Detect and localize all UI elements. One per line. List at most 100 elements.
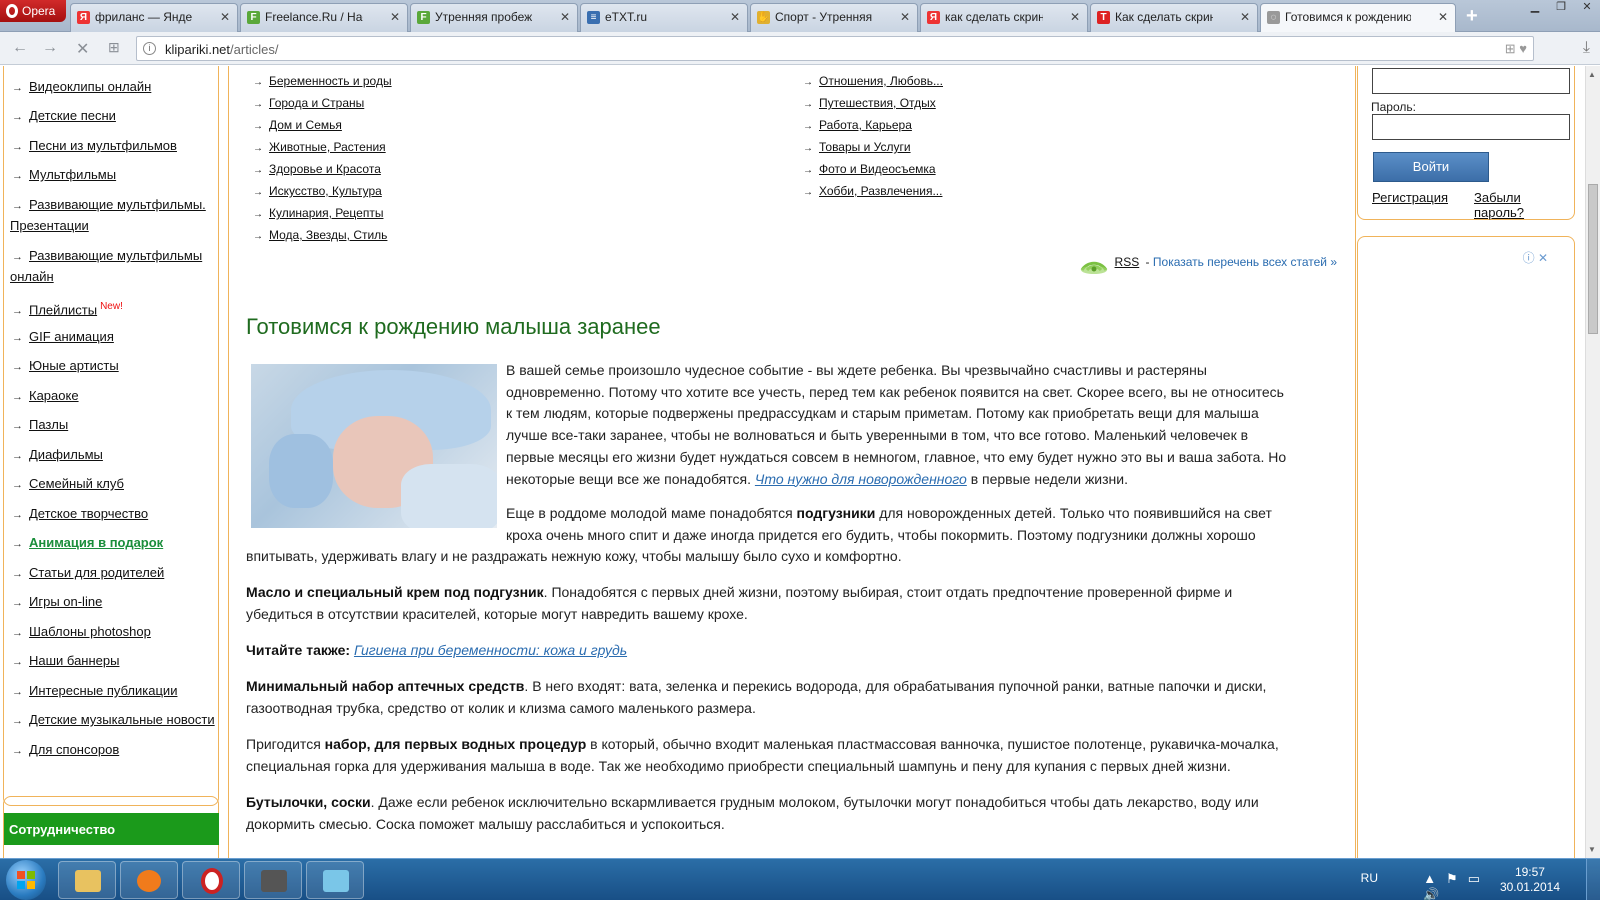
taskbar-opera[interactable] <box>182 861 240 899</box>
tab-yandex-freelance[interactable]: Яфриланс — Яндекс: нашлось ✕ <box>70 3 238 32</box>
forward-arrow-icon[interactable]: → <box>42 39 58 57</box>
taskbar-paint[interactable] <box>306 861 364 899</box>
category-link[interactable]: → Отношения, Любовь... <box>803 74 943 88</box>
taskbar-media-player[interactable] <box>120 861 178 899</box>
clock[interactable]: 19:57 30.01.2014 <box>1500 865 1560 895</box>
close-tab-icon[interactable]: ✕ <box>1438 10 1448 24</box>
hygiene-article-link[interactable]: Гигиена при беременности: кожа и грудь <box>354 642 627 658</box>
category-link[interactable]: → Искусство, Культура <box>253 184 382 198</box>
tray-icons[interactable]: ▲⚑▭🔊 <box>1423 871 1490 900</box>
category-link[interactable]: → Здоровье и Красота <box>253 162 381 176</box>
start-button-icon[interactable] <box>6 860 46 900</box>
close-tab-icon[interactable]: ✕ <box>1240 10 1250 24</box>
menu-item-edu-cartoons-presentations-line2[interactable]: Презентации <box>10 215 89 236</box>
category-link[interactable]: → Дом и Семья <box>253 118 342 132</box>
close-tab-icon[interactable]: ✕ <box>560 10 570 24</box>
tab-current-article[interactable]: ◌ Готовимся к рождению ✕ <box>1260 3 1456 32</box>
left-menu: → Видеоклипы онлайн → Детские песни → Песни… <box>3 66 219 806</box>
menu-item-publications[interactable]: → Интересные публикации <box>12 680 177 703</box>
yandex-favicon-icon: Я <box>927 11 940 24</box>
login-input[interactable] <box>1372 68 1570 94</box>
category-label: Искусство, Культура <box>269 184 382 198</box>
menu-item-gift-animation[interactable]: → Анимация в подарок <box>12 532 163 555</box>
menu-item-gif[interactable]: → GIF анимация <box>12 326 114 349</box>
tab-screenshot-howto[interactable]: T Как сделать скриншот ✕ <box>1090 3 1258 32</box>
menu-item-edu-cartoons-online-line2[interactable]: онлайн <box>10 266 54 287</box>
menu-item-photoshop-templates[interactable]: → Шаблоны photoshop <box>12 621 151 644</box>
login-button[interactable]: Войти <box>1373 152 1489 182</box>
category-link[interactable]: → Животные, Растения <box>253 140 386 154</box>
menu-item-videoclips[interactable]: → Видеоклипы онлайн <box>12 76 151 99</box>
category-link[interactable]: → Работа, Карьера <box>803 118 912 132</box>
category-link[interactable]: → Города и Страны <box>253 96 364 110</box>
menu-item-cartoons[interactable]: → Мультфильмы <box>12 164 116 187</box>
bookmark-heart-icon[interactable]: ⊞ ♥ <box>1505 41 1527 57</box>
rss-link[interactable]: RSS <box>1115 255 1140 269</box>
vertical-scrollbar[interactable]: ▲ ▼ <box>1585 66 1600 858</box>
menu-item-edu-cartoons-online[interactable]: → Развивающие мультфильмы <box>12 245 202 268</box>
arrow-icon: → <box>12 656 23 668</box>
scroll-up-icon[interactable]: ▲ <box>1588 70 1596 79</box>
rss-icon[interactable] <box>1079 250 1109 274</box>
menu-item-filmstrips[interactable]: → Диафильмы <box>12 444 103 467</box>
language-indicator[interactable]: RU <box>1361 871 1378 885</box>
menu-item-young-artists[interactable]: → Юные артисты <box>12 355 119 378</box>
newborn-needs-link[interactable]: Что нужно для новорожденного <box>755 471 967 487</box>
menu-item-family-club[interactable]: → Семейный клуб <box>12 473 124 496</box>
article-paragraph-1: В вашей семье произошло чудесное событие… <box>506 360 1286 490</box>
menu-item-kids-art[interactable]: → Детское творчество <box>12 503 148 526</box>
menu-item-sponsors[interactable]: → Для спонсоров <box>12 739 119 762</box>
menu-item-banners[interactable]: → Наши баннеры <box>12 650 119 673</box>
scroll-down-icon[interactable]: ▼ <box>1588 845 1596 854</box>
close-tab-icon[interactable]: ✕ <box>390 10 400 24</box>
menu-item-parent-articles[interactable]: → Статьи для родителей <box>12 562 164 585</box>
category-link[interactable]: → Беременность и роды <box>253 74 392 88</box>
menu-item-karaoke[interactable]: → Караоке <box>12 385 79 408</box>
minimize-icon[interactable]: ▁ <box>1522 0 1548 18</box>
tab-morning-run[interactable]: F Утренняя пробежка и ✕ <box>410 3 578 32</box>
category-link[interactable]: → Кулинария, Рецепты <box>253 206 383 220</box>
menu-item-cartoon-songs[interactable]: → Песни из мультфильмов <box>12 135 177 158</box>
tab-sport[interactable]: ✋ Спорт - Утренняя пробежка ✕ <box>750 3 918 32</box>
category-link[interactable]: → Мода, Звезды, Стиль <box>253 228 387 242</box>
taskbar-app-dark[interactable] <box>244 861 302 899</box>
show-all-articles-link[interactable]: Показать перечень всех статей » <box>1153 255 1337 269</box>
tab-yandex-screenshot[interactable]: Якак сделать скриншот ✕ <box>920 3 1088 32</box>
close-tab-icon[interactable]: ✕ <box>1070 10 1080 24</box>
password-input[interactable] <box>1372 114 1570 140</box>
category-link[interactable]: → Товары и Услуги <box>803 140 911 154</box>
menu-item-online-games[interactable]: → Игры on-line <box>12 591 102 614</box>
menu-item-puzzles[interactable]: → Пазлы <box>12 414 68 437</box>
taskbar-explorer[interactable] <box>58 861 116 899</box>
close-window-icon[interactable]: ✕ <box>1574 0 1600 18</box>
site-info-icon[interactable]: i <box>143 42 156 55</box>
new-tab-button[interactable]: + <box>1466 5 1478 28</box>
tab-freelance-settings[interactable]: F Freelance.Ru / Настройки ✕ <box>240 3 408 32</box>
stop-loading-icon[interactable]: ✕ <box>76 39 89 59</box>
ad-info-close-icon[interactable]: ⓘ ✕ <box>1523 249 1548 266</box>
close-tab-icon[interactable]: ✕ <box>220 10 230 24</box>
speed-dial-icon[interactable]: ⊞ <box>108 39 120 56</box>
register-link[interactable]: Регистрация <box>1372 190 1448 205</box>
address-field[interactable]: i klipariki.net/articles/ ⊞ ♥ <box>136 36 1534 61</box>
back-arrow-icon[interactable]: ← <box>12 39 28 57</box>
scrollbar-thumb[interactable] <box>1588 184 1598 334</box>
category-link[interactable]: → Путешествия, Отдых <box>803 96 936 110</box>
arrow-icon: → <box>803 165 813 176</box>
maximize-icon[interactable]: ❐ <box>1548 0 1574 18</box>
forgot-password-link[interactable]: Забыли пароль? <box>1474 190 1574 220</box>
close-tab-icon[interactable]: ✕ <box>730 10 740 24</box>
menu-item-playlists[interactable]: → Плейлисты New! <box>12 296 123 322</box>
opera-menu-button[interactable]: Opera <box>0 0 66 22</box>
tab-etxt[interactable]: ≡ eTXT.ru ✕ <box>580 3 748 32</box>
menu-item-kids-songs[interactable]: → Детские песни <box>12 105 116 128</box>
close-tab-icon[interactable]: ✕ <box>900 10 910 24</box>
download-icon[interactable]: ⤓ <box>1583 39 1590 57</box>
menu-item-edu-cartoons-presentations[interactable]: → Развивающие мультфильмы. <box>12 194 206 217</box>
category-link[interactable]: → Хобби, Развлечения... <box>803 184 942 198</box>
arrow-icon: → <box>253 231 263 242</box>
menu-item-music-news[interactable]: → Детские музыкальные новости <box>12 709 215 732</box>
category-link[interactable]: → Фото и Видеосъемка <box>803 162 936 176</box>
main-column: → Беременность и роды → Города и Страны → Д… <box>228 66 1356 858</box>
show-desktop-button[interactable] <box>1586 859 1600 900</box>
